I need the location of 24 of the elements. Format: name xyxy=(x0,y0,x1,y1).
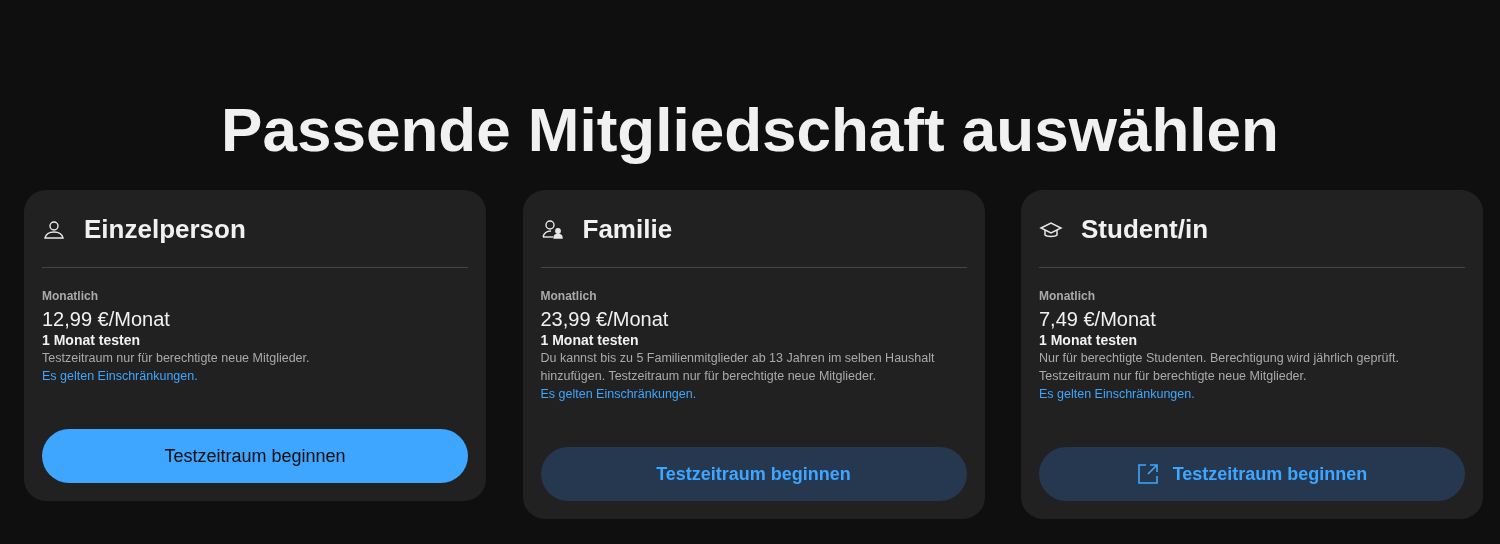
period-label: Monatlich xyxy=(1039,288,1096,304)
plan-description: Du kannst bis zu 5 Familienmitglieder ab 13 Jahren im selben Haushalt hinzufügen. Testzeitraum nur für berechtigte neue Mitglieder. Es gelten Einschränkungen. xyxy=(540,350,936,403)
plan-title: Student/in xyxy=(1081,213,1209,246)
start-trial-button[interactable]: Testzeitraum beginnen xyxy=(1039,447,1465,501)
period-label: Monatlich xyxy=(540,288,598,304)
plan-description: Testzeitraum nur für berechtigte neue Mitglieder. Es gelten Einschränkungen. xyxy=(42,350,311,385)
start-trial-button[interactable]: Testzeitraum beginnen xyxy=(540,447,967,501)
trial-label: 1 Monat testen xyxy=(540,332,640,349)
external-link-icon xyxy=(1136,463,1159,485)
page-heading: Passende Mitgliedschaft auswählen xyxy=(220,94,1280,166)
plan-title: Einzelperson xyxy=(84,213,246,246)
restrictions-link[interactable]: Es gelten Einschränkungen. xyxy=(1039,387,1195,401)
trial-label: 1 Monat testen xyxy=(42,332,141,349)
price: 7,49 €/Monat xyxy=(1039,307,1157,332)
restrictions-link[interactable]: Es gelten Einschränkungen. xyxy=(42,369,198,383)
plan-title: Familie xyxy=(582,213,673,246)
period-label: Monatlich xyxy=(42,288,99,304)
price: 23,99 €/Monat xyxy=(540,307,670,332)
restrictions-link[interactable]: Es gelten Einschränkungen. xyxy=(540,387,697,401)
trial-label: 1 Monat testen xyxy=(1039,332,1138,349)
start-trial-button[interactable]: Testzeitraum beginnen xyxy=(42,429,468,483)
people-icon xyxy=(540,217,565,242)
price: 12,99 €/Monat xyxy=(42,307,171,332)
plan-description: Nur für berechtigte Studenten. Berechtigung wird jährlich geprüft. Testzeitraum nur für berechtigte neue Mitglieder. Es gelten Einschränkungen. xyxy=(1039,350,1400,403)
